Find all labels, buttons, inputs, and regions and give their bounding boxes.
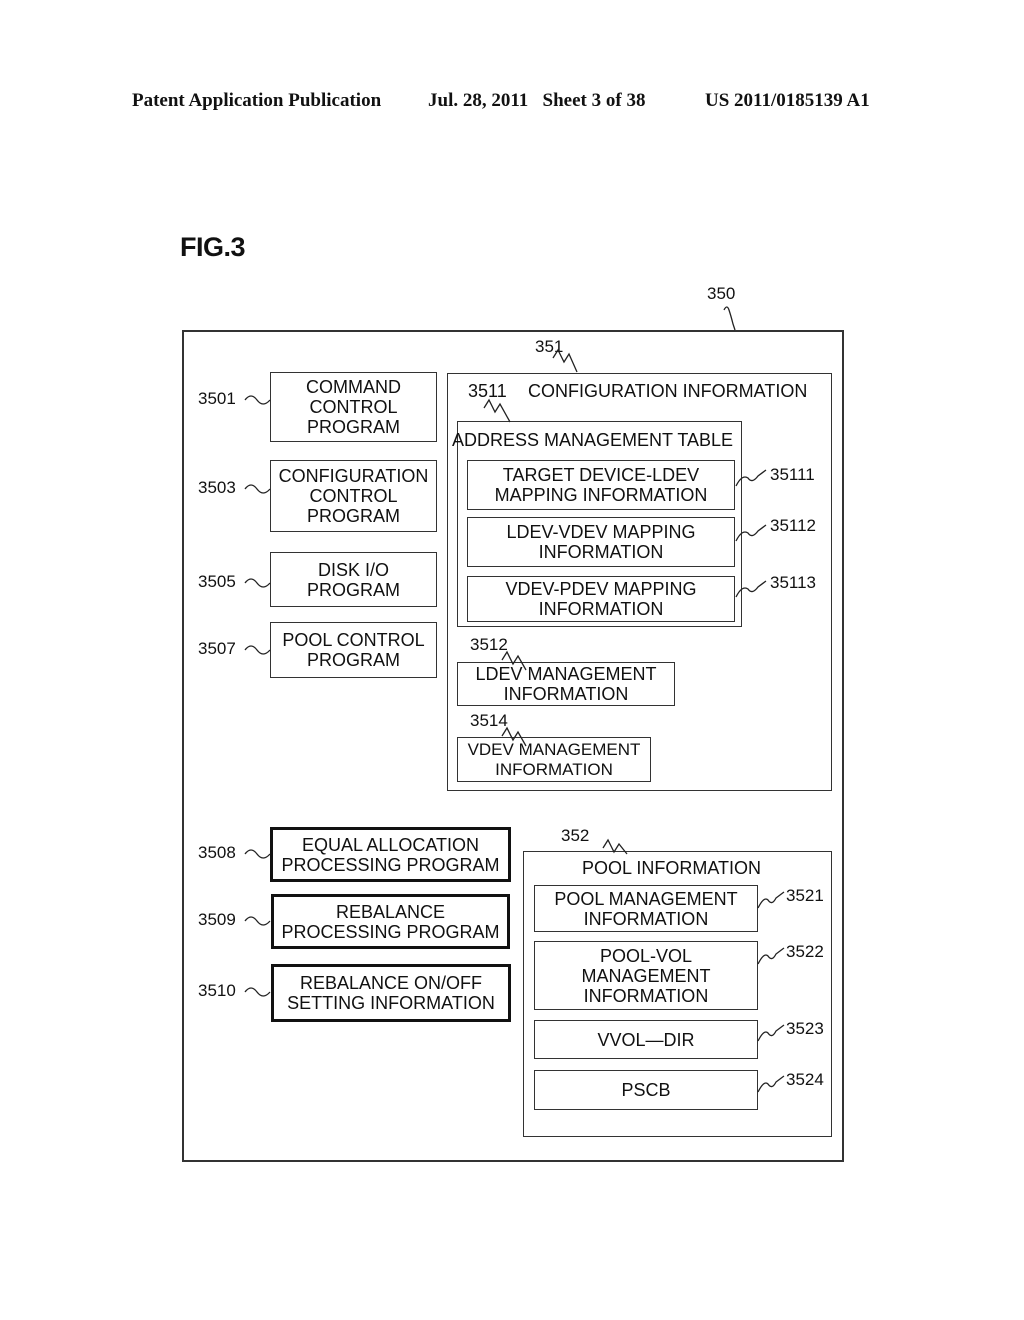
leader-3511	[483, 398, 511, 423]
leader-35113	[735, 580, 767, 598]
leader-3521	[757, 891, 785, 909]
leader-3522	[757, 947, 785, 965]
leader-3505	[244, 578, 271, 588]
leader-3510	[244, 987, 271, 997]
leader-3507	[244, 645, 271, 655]
leader-3503	[244, 484, 271, 494]
leader-3508	[244, 849, 271, 859]
leader-3524	[757, 1075, 785, 1093]
leader-3514	[501, 726, 527, 747]
leader-35112	[735, 524, 767, 542]
leader-352	[602, 838, 628, 855]
leader-lines	[244, 306, 785, 1093]
leader-3501	[244, 395, 271, 405]
leader-350	[723, 306, 736, 331]
leader-3512	[501, 650, 527, 671]
leader-35111	[735, 469, 767, 487]
leader-3509	[244, 916, 271, 926]
leader-3523	[757, 1024, 785, 1042]
leader-351	[552, 348, 578, 373]
